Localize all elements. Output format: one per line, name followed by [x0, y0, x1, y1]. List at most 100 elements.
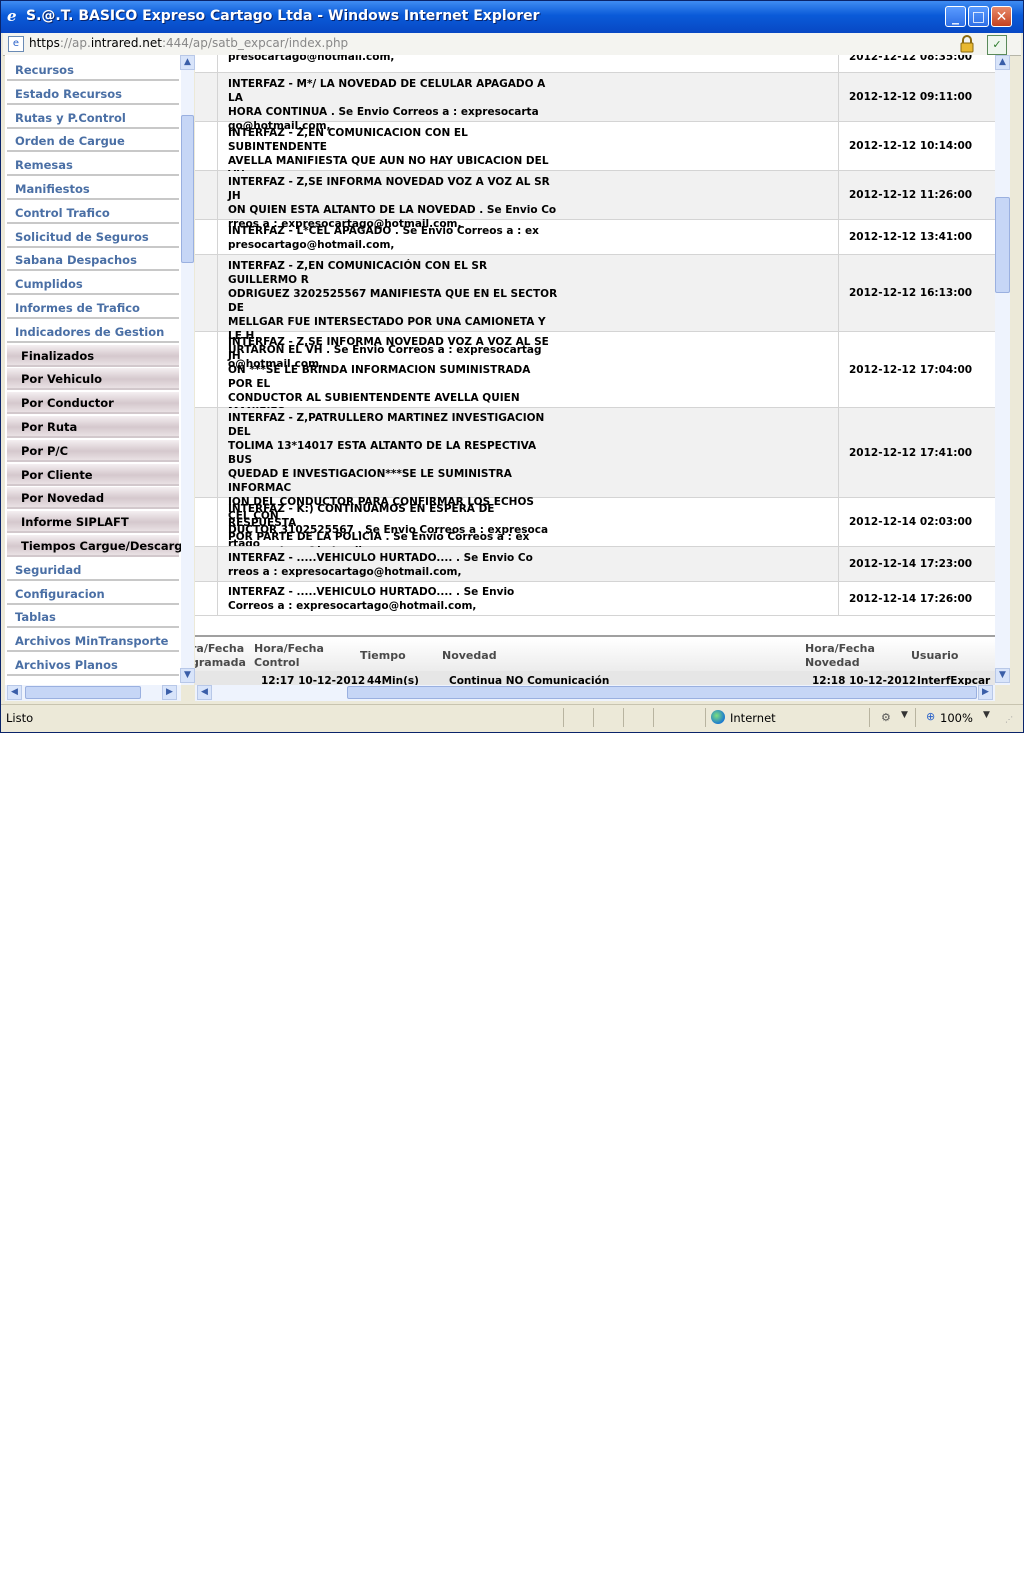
sidebar-item-recursos[interactable]: Recursos	[7, 59, 179, 81]
sidebar-item-informe-siplaft[interactable]: Informe SIPLAFT	[7, 511, 179, 534]
ie-logo-icon: e	[7, 7, 17, 25]
scroll-left-arrow-icon[interactable]: ◀	[197, 685, 212, 700]
novedad-text: INTERFAZ - L*CEL APAGADO . Se Envio Corr…	[228, 225, 539, 251]
sidebar-item-por-p-c[interactable]: Por P/C	[7, 439, 179, 462]
sidebar-item-archivos-mintransporte[interactable]: Archivos MinTransporte	[7, 630, 179, 653]
scroll-down-arrow-icon[interactable]: ▼	[180, 668, 195, 683]
header-novedad[interactable]: Novedad	[442, 649, 497, 663]
divider	[653, 708, 654, 727]
maximize-button[interactable]: □	[968, 6, 989, 27]
sidebar-item-archivos-planos[interactable]: Archivos Planos	[7, 654, 179, 676]
chevron-down-icon[interactable]: ▼	[901, 710, 908, 720]
table-row[interactable]: INTERFAZ - .....VEHICULO HURTADO.... . S…	[195, 582, 995, 616]
novedad-text: INTERFAZ - .....VEHICULO HURTADO.... . S…	[228, 552, 533, 578]
sidebar-item-solicitud-de-seguros[interactable]: Solicitud de Seguros	[7, 226, 179, 248]
lock-icon[interactable]	[959, 35, 975, 53]
sidebar-item-control-trafico[interactable]: Control Trafico	[7, 202, 179, 224]
url-subdomain: ap.	[72, 36, 91, 50]
sidebar-item-tablas[interactable]: Tablas	[7, 606, 179, 629]
certificate-icon[interactable]: ✓	[987, 35, 1007, 55]
sidebar-horizontal-scrollbar[interactable]: ◀ ▶	[5, 685, 181, 701]
header-hora-control[interactable]: Hora/Fecha Control	[254, 642, 324, 670]
url-path: :444/ap/satb_expcar/index.php	[161, 36, 349, 50]
close-button[interactable]: ✕	[991, 6, 1012, 27]
sidebar-item-por-ruta[interactable]: Por Ruta	[7, 416, 179, 438]
zoom-level[interactable]: 100%	[940, 711, 973, 725]
browser-window: e S.@.T. BASICO Expreso Cartago Ltda - W…	[0, 0, 1024, 733]
sidebar-item-finalizados[interactable]: Finalizados	[7, 344, 179, 367]
sidebar-item-por-novedad[interactable]: Por Novedad	[7, 487, 179, 510]
header-hora-novedad[interactable]: Hora/Fecha Novedad	[805, 642, 875, 670]
row-checkbox-cell	[195, 122, 218, 170]
header-tiempo[interactable]: Tiempo	[360, 649, 406, 663]
scroll-right-arrow-icon[interactable]: ▶	[978, 685, 993, 700]
table-row[interactable]: INTERFAZ - K:) CONTINUAMOS EN ESPERA DE …	[195, 498, 995, 557]
scroll-right-arrow-icon[interactable]: ▶	[162, 685, 177, 700]
novedad-datetime: 2012-12-12 08:35:00	[849, 55, 973, 63]
divider	[563, 708, 564, 727]
row-checkbox-cell	[195, 255, 218, 331]
novedades-table: presocartago@hotmail.com, 2012-12-12 08:3…	[195, 55, 995, 635]
chevron-down-icon[interactable]: ▼	[983, 710, 990, 720]
protected-mode-icon[interactable]: ⚙	[881, 711, 891, 724]
sidebar-vertical-scrollbar[interactable]: ▲ ▼	[180, 55, 195, 685]
novedad-datetime: 2012-12-14 17:23:00	[849, 558, 973, 570]
scroll-left-arrow-icon[interactable]: ◀	[7, 685, 22, 700]
novedad-datetime: 2012-12-12 16:13:00	[849, 287, 973, 299]
address-bar[interactable]: e https://ap.intrared.net:444/ap/satb_ex…	[3, 33, 1021, 56]
row-checkbox-cell	[195, 332, 218, 407]
scroll-up-arrow-icon[interactable]: ▲	[995, 55, 1010, 70]
header-hora-programada[interactable]: ra/Fecha gramada	[195, 642, 246, 670]
divider	[705, 708, 706, 727]
sidebar-item-sabana-despachos[interactable]: Sabana Despachos	[7, 249, 179, 272]
header-usuario[interactable]: Usuario	[911, 649, 959, 663]
title-bar[interactable]: e S.@.T. BASICO Expreso Cartago Ltda - W…	[1, 1, 1023, 33]
scroll-thumb[interactable]	[181, 115, 194, 263]
novedad-datetime: 2012-12-12 09:11:00	[849, 91, 973, 103]
url-host: intrared.net	[90, 36, 162, 50]
table-row[interactable]: INTERFAZ - Z,EN COMUNICACION CON EL SUBI…	[195, 122, 995, 195]
row-checkbox-cell	[195, 220, 218, 254]
minimize-button[interactable]: _	[945, 6, 966, 27]
scroll-thumb[interactable]	[995, 197, 1010, 293]
scroll-up-arrow-icon[interactable]: ▲	[180, 55, 195, 70]
sidebar-item-por-vehiculo[interactable]: Por Vehiculo	[7, 368, 179, 391]
sidebar-item-orden-de-cargue[interactable]: Orden de Cargue	[7, 130, 179, 153]
sidebar-item-tiempos-cargue-descargue[interactable]: Tiempos Cargue/Descargue	[7, 535, 181, 557]
sidebar-item-estado-recursos[interactable]: Estado Recursos	[7, 83, 179, 105]
sidebar-item-cumplidos[interactable]: Cumplidos	[7, 273, 179, 296]
scroll-down-arrow-icon[interactable]: ▼	[995, 668, 1010, 683]
table-row[interactable]: INTERFAZ - L*CEL APAGADO . Se Envio Corr…	[195, 220, 995, 255]
zoom-icon[interactable]: ⊕	[926, 710, 935, 723]
scroll-thumb[interactable]	[347, 686, 977, 699]
window-title: S.@.T. BASICO Expreso Cartago Ltda - Win…	[26, 8, 540, 24]
sidebar-item-por-conductor[interactable]: Por Conductor	[7, 392, 179, 415]
sidebar-item-indicadores-de-gestion[interactable]: Indicadores de Gestion	[7, 321, 179, 343]
table-row[interactable]: INTERFAZ - Z,PATRULLERO MARTINEZ INVESTI…	[195, 408, 995, 550]
novedad-datetime: 2012-12-12 17:41:00	[849, 447, 973, 459]
divider	[623, 708, 624, 727]
resize-grip-icon[interactable]: ⋰	[1005, 715, 1019, 727]
novedad-datetime: 2012-12-12 17:04:00	[849, 364, 973, 376]
row-checkbox-cell	[195, 498, 218, 546]
address-url[interactable]: https://ap.intrared.net:444/ap/satb_expc…	[29, 36, 348, 50]
table-row[interactable]: INTERFAZ - Z,SE INFORMA NOVEDAD VOZ A VO…	[195, 171, 995, 230]
sidebar-item-por-cliente[interactable]: Por Cliente	[7, 463, 179, 486]
scroll-thumb[interactable]	[25, 686, 141, 699]
content-vertical-scrollbar[interactable]: ▲ ▼	[995, 55, 1010, 685]
sidebar-item-remesas[interactable]: Remesas	[7, 154, 179, 177]
table-row[interactable]: presocartago@hotmail.com, 2012-12-12 08:3…	[195, 55, 995, 73]
sidebar-item-informes-de-trafico[interactable]: Informes de Trafico	[7, 297, 179, 319]
sidebar-item-rutas-y-p-control[interactable]: Rutas y P.Control	[7, 107, 179, 129]
table-row[interactable]: INTERFAZ - .....VEHICULO HURTADO.... . S…	[195, 547, 995, 582]
sidebar-item-manifiestos[interactable]: Manifiestos	[7, 178, 179, 200]
table-row[interactable]: INTERFAZ - Z,EN COMUNICACIÓN CON EL SR G…	[195, 255, 995, 370]
sidebar-item-configuracion[interactable]: Configuracion	[7, 583, 179, 605]
sidebar-item-seguridad[interactable]: Seguridad	[7, 559, 179, 581]
table-row[interactable]: INTERFAZ - Z,SE INFORMA NOVEDAD VOZ A VO…	[195, 332, 995, 460]
content-horizontal-scrollbar[interactable]: ◀ ▶	[195, 685, 995, 701]
status-bar: Listo Internet ⚙ ▼ ⊕ 100% ▼ ⋰	[1, 704, 1023, 731]
content-left-scrollbar[interactable]: ▼	[180, 635, 195, 685]
security-zone[interactable]: Internet	[730, 711, 776, 725]
table-row[interactable]: INTERFAZ - M*/ LA NOVEDAD DE CELULAR APA…	[195, 73, 995, 132]
